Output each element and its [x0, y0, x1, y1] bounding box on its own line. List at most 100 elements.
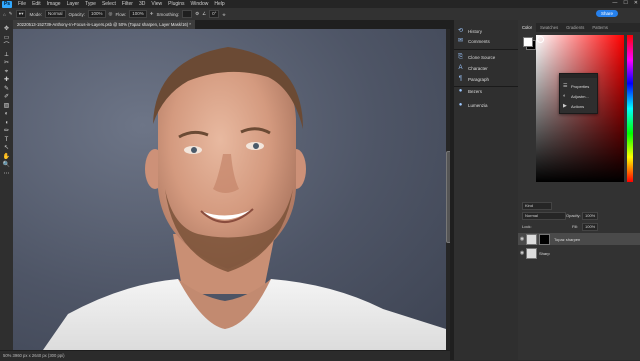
lumenzia-icon: ●: [458, 101, 463, 108]
layer-filter-select[interactable]: Kind: [522, 202, 552, 210]
menu-edit[interactable]: Edit: [29, 1, 44, 7]
home-icon[interactable]: ⌂: [3, 12, 6, 17]
portrait-photo: [43, 47, 446, 350]
floating-panel-group: ☰ Properties ◐ Adjustm... ▶ Actions: [559, 73, 598, 114]
move-tool-icon[interactable]: ✥: [2, 26, 11, 33]
panel-paragraph[interactable]: ¶ Paragraph: [457, 74, 515, 84]
panel-actions[interactable]: ▶ Actions: [563, 102, 584, 110]
menu-image[interactable]: Image: [44, 1, 64, 7]
brush-size-picker[interactable]: ●▾: [15, 10, 27, 18]
hand-tool-icon[interactable]: ⋯: [2, 171, 11, 178]
airbrush-icon[interactable]: ✈: [150, 11, 154, 17]
frame-tool-icon[interactable]: ✂: [2, 60, 11, 67]
pressure-opacity-icon[interactable]: ◎: [109, 11, 113, 17]
layers-panel: Kind Normal Opacity: 100% Lock: Fill: 10…: [518, 192, 640, 360]
clone-source-icon: ⎘: [458, 53, 463, 60]
menu-help[interactable]: Help: [211, 1, 227, 7]
hue-slider[interactable]: [627, 35, 633, 182]
eraser-tool-icon[interactable]: ◐: [2, 111, 11, 118]
menu-layer[interactable]: Layer: [64, 1, 83, 7]
paragraph-icon: ¶: [458, 75, 463, 82]
menu-filter[interactable]: Filter: [119, 1, 136, 7]
lasso-tool-icon[interactable]: ⌒: [2, 43, 11, 50]
menu-select[interactable]: Select: [99, 1, 119, 7]
fill-label: Fill:: [572, 224, 579, 229]
document-canvas[interactable]: [13, 29, 446, 350]
panel-clone-source[interactable]: ⎘ Clone Source: [457, 52, 515, 62]
share-button[interactable]: Share: [595, 10, 618, 17]
flow-label: Flow:: [115, 11, 127, 17]
type-tool-icon[interactable]: ✋: [2, 154, 11, 161]
layer-thumbnail: [526, 233, 537, 245]
layer-row[interactable]: ◉ Topaz sharpen: [518, 233, 640, 245]
layer-thumbnail: [526, 247, 537, 259]
history-icon: ⟲: [457, 27, 464, 34]
gradient-tool-icon[interactable]: ◖: [2, 120, 11, 127]
eyedropper-tool-icon[interactable]: ⌖: [2, 69, 11, 76]
tab-patterns[interactable]: Patterns: [588, 23, 612, 32]
document-tab-bar: 20220513-152739-Anthony-In-Focus-in-Laye…: [13, 20, 450, 29]
opacity-label: Opacity:: [68, 11, 86, 17]
floating-panel-header[interactable]: [560, 74, 597, 78]
angle-input[interactable]: 0°: [209, 10, 220, 18]
dodge-tool-icon[interactable]: T: [2, 137, 11, 144]
menu-type[interactable]: Type: [82, 1, 99, 7]
layer-row[interactable]: ◉ Sharp: [518, 247, 640, 259]
brush-tool-icon[interactable]: ✎: [9, 11, 13, 17]
document-tab[interactable]: 20220513-152739-Anthony-In-Focus-in-Laye…: [13, 20, 195, 29]
blend-mode-select[interactable]: Normal: [522, 212, 566, 220]
smoothing-settings-icon[interactable]: ⚙: [195, 11, 199, 17]
layer-name[interactable]: Topaz sharpen: [554, 237, 580, 242]
menu-window[interactable]: Window: [188, 1, 212, 7]
fill-input[interactable]: 100%: [582, 223, 599, 231]
crop-tool-icon[interactable]: ⟂: [2, 52, 11, 59]
color-panel-tabs: Color Swatches Gradients Patterns: [518, 23, 640, 32]
layer-opacity-label: Opacity:: [566, 213, 581, 218]
lock-label: Lock:: [522, 224, 532, 229]
brush-tool-icon[interactable]: ✎: [2, 86, 11, 93]
maximize-icon[interactable]: ☐: [623, 0, 627, 6]
panel-properties[interactable]: ☰ Properties: [563, 82, 589, 90]
smoothing-label: Smoothing:: [156, 11, 180, 17]
actions-icon: ▶: [563, 103, 567, 109]
angle-icon: ∠: [202, 11, 207, 16]
tab-swatches[interactable]: Swatches: [536, 23, 562, 32]
blur-tool-icon[interactable]: ✏: [2, 128, 11, 135]
close-icon[interactable]: ✕: [634, 0, 638, 6]
layer-name[interactable]: Sharp: [539, 251, 550, 256]
tab-gradients[interactable]: Gradients: [562, 23, 588, 32]
symmetry-icon[interactable]: ⟡: [222, 12, 225, 17]
minimize-icon[interactable]: —: [612, 0, 617, 6]
smoothing-input[interactable]: [182, 10, 193, 18]
visibility-eye-icon[interactable]: ◉: [518, 236, 526, 242]
menu-file[interactable]: File: [15, 1, 29, 7]
tab-color[interactable]: Color: [518, 23, 537, 32]
panel-bezers[interactable]: ● Bezers: [457, 86, 515, 96]
window-controls: — ☐ ✕: [612, 0, 638, 6]
foreground-color-swatch[interactable]: [523, 37, 533, 47]
panel-comments[interactable]: ✉ Comments: [457, 36, 515, 46]
status-bar: 50% 3960 px x 2640 px (300 ppi): [0, 350, 450, 361]
status-text: 50% 3960 px x 2640 px (300 ppi): [3, 353, 65, 358]
panel-adjustments[interactable]: ◐ Adjustm...: [563, 92, 589, 100]
menu-3d[interactable]: 3D: [136, 1, 148, 7]
pen-tool-icon[interactable]: ↖: [2, 145, 11, 152]
healing-tool-icon[interactable]: ✚: [2, 77, 11, 84]
flow-input[interactable]: 100%: [129, 10, 147, 18]
opacity-input[interactable]: 100%: [88, 10, 106, 18]
menu-plugins[interactable]: Plugins: [165, 1, 187, 7]
path-select-tool-icon[interactable]: 🔍: [2, 162, 11, 169]
panel-lumenzia[interactable]: ● Lumenzia: [457, 100, 515, 110]
stamp-tool-icon[interactable]: ✐: [2, 94, 11, 101]
layer-mask-thumbnail[interactable]: [539, 233, 550, 245]
marquee-tool-icon[interactable]: ▭: [2, 35, 11, 42]
panel-character[interactable]: A Character: [457, 63, 515, 73]
history-brush-tool-icon[interactable]: ▨: [2, 103, 11, 110]
color-picker-knob[interactable]: [537, 36, 544, 43]
comments-icon: ✉: [457, 37, 464, 44]
mode-select[interactable]: Normal: [45, 10, 66, 18]
menu-view[interactable]: View: [148, 1, 165, 7]
layer-opacity-input[interactable]: 100%: [582, 212, 599, 220]
panel-history[interactable]: ⟲ History: [457, 26, 515, 36]
visibility-eye-icon[interactable]: ◉: [518, 250, 526, 256]
